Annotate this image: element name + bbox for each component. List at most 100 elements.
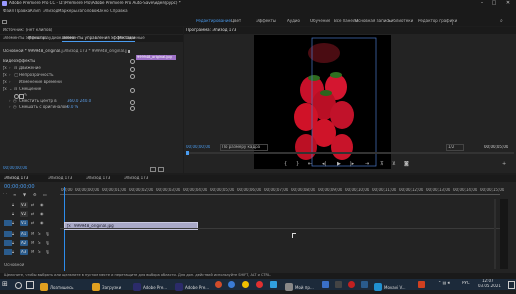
wrench-icon[interactable]: ⚙	[33, 193, 37, 198]
lift-icon[interactable]: ⊼	[380, 161, 384, 167]
workspace-effects[interactable]: Эффекты	[256, 19, 276, 24]
mute-icon[interactable]: M	[31, 250, 34, 255]
notifications-icon[interactable]	[508, 281, 515, 289]
workspace-audio[interactable]: Аудио	[287, 19, 300, 24]
source-patch[interactable]	[4, 220, 12, 226]
marker-icon[interactable]: ▼	[23, 193, 26, 198]
fx-badge-icon[interactable]: ƒx	[3, 66, 7, 71]
minimize-button[interactable]: –	[478, 0, 486, 6]
taskbar-item-4[interactable]: Adobe Pre...	[175, 280, 209, 294]
reset-icon[interactable]	[130, 106, 135, 111]
mark-out-icon[interactable]: }	[296, 161, 299, 167]
eye-icon[interactable]: ◉	[40, 203, 44, 208]
mic-icon[interactable]: 🎙︎	[45, 241, 50, 246]
solo-icon[interactable]: S	[38, 241, 41, 246]
workspace-color[interactable]: Цвет	[231, 19, 241, 24]
go-to-out-icon[interactable]: ⇥	[365, 161, 369, 167]
zoom-select[interactable]: По размеру кадра	[220, 144, 268, 151]
param-value[interactable]: 360.0 240.0	[67, 99, 91, 104]
go-to-in-icon[interactable]: ⇤	[308, 161, 312, 167]
sync-icon[interactable]: ⇄	[31, 203, 34, 208]
mic-icon[interactable]: 🎙︎	[45, 232, 50, 237]
param-value[interactable]: 0.0 %	[67, 105, 78, 110]
search-icon[interactable]	[15, 282, 22, 289]
lock-icon[interactable]: 🔒︎	[12, 250, 14, 255]
quality-select[interactable]: 1/2	[446, 144, 464, 151]
timeline-timecode[interactable]: 00;00;00;00	[4, 184, 35, 190]
menu-sequence[interactable]: Эпизод	[43, 9, 58, 14]
expand-arrow-icon[interactable]: ›	[9, 66, 11, 71]
timeline-tab-3[interactable]: Эпизод 173	[86, 176, 110, 181]
sync-icon[interactable]: ⇄	[31, 221, 34, 226]
app-icon[interactable]	[270, 281, 277, 288]
mark-in-icon[interactable]: {	[284, 161, 287, 167]
menu-markers[interactable]: Маркеры	[58, 9, 77, 14]
snap-icon[interactable]: ⌒	[3, 193, 7, 198]
browser-icon[interactable]	[215, 281, 222, 288]
filter-icon[interactable]	[150, 167, 156, 172]
mic-icon[interactable]: 🎙︎	[45, 250, 50, 255]
extract-icon[interactable]: ⊻	[392, 161, 396, 167]
lock-icon[interactable]: 🔒︎	[12, 203, 14, 208]
expand-arrow-icon[interactable]: ›	[9, 80, 11, 85]
tab-metadata[interactable]: Метаданные	[118, 36, 145, 41]
play-icon[interactable]: ▶	[337, 161, 341, 167]
app-icon[interactable]	[228, 281, 235, 288]
taskbar-item-2[interactable]: Загрузки	[92, 280, 121, 294]
reset-icon[interactable]	[130, 74, 135, 79]
program-scrubber[interactable]	[186, 151, 514, 155]
app-icon[interactable]	[256, 281, 263, 288]
timeline-tab-4[interactable]: Эпизод 173	[124, 176, 148, 181]
tab-source[interactable]: Источник: (нет клипов)	[3, 28, 52, 33]
timeline-tab-2[interactable]: Эпизод 173	[48, 176, 72, 181]
eye-icon[interactable]: ◉	[40, 221, 44, 226]
app-icon[interactable]	[361, 281, 368, 288]
lock-icon[interactable]: 🔒︎	[12, 232, 14, 237]
tray-icons[interactable]: ⌃ ▤ 🔊︎	[438, 281, 450, 286]
expand-arrow-icon[interactable]: ›	[9, 73, 11, 78]
workspace-editing[interactable]: Редактирование	[196, 19, 231, 24]
vertical-scrollbar[interactable]	[494, 199, 496, 269]
home-icon[interactable]	[2, 20, 7, 24]
app-icon[interactable]	[322, 281, 329, 288]
up-icon[interactable]	[130, 59, 135, 64]
mute-icon[interactable]: M	[31, 232, 34, 237]
clock-date[interactable]: 03.05.2021	[478, 284, 501, 289]
taskbar-item-6[interactable]: Movavi V...	[374, 280, 406, 294]
start-menu-icon[interactable]: ⊞	[2, 280, 8, 288]
expand-arrow-icon[interactable]: ›	[9, 105, 11, 110]
expand-arrow-icon[interactable]: ›	[9, 99, 11, 104]
step-back-icon[interactable]: ◂|	[322, 161, 326, 167]
fx-badge-icon[interactable]: ƒx	[3, 87, 7, 92]
app-icon[interactable]	[348, 281, 355, 288]
workspace-learning[interactable]: Обучение	[310, 19, 330, 24]
solo-icon[interactable]: S	[38, 232, 41, 237]
app-icon[interactable]	[418, 281, 425, 288]
task-view-icon[interactable]	[26, 281, 34, 289]
lock-icon[interactable]: 🔒︎	[12, 221, 14, 226]
menu-file[interactable]: Файл	[3, 9, 14, 14]
add-button[interactable]: +	[502, 161, 506, 167]
menu-edit[interactable]: Правка	[15, 9, 30, 14]
param-row-blend[interactable]: › ◷ Смешать с оригиналом 0.0 %	[0, 105, 183, 111]
app-icon[interactable]	[335, 281, 342, 288]
video-frame[interactable]	[254, 35, 391, 169]
collapse-arrow-icon[interactable]: ⌄	[9, 87, 12, 92]
effect-row-opacity[interactable]: ƒx › ◯ Непрозрачность	[0, 73, 183, 79]
menu-window[interactable]: Окно	[98, 9, 109, 14]
stopwatch-icon[interactable]: ◷	[13, 105, 17, 110]
lock-icon[interactable]: 🔒︎	[12, 212, 14, 217]
solo-icon[interactable]: S	[38, 250, 41, 255]
time-ruler[interactable]: 00;00 00;00;00;00 00;00;01;00 00;00;02;0…	[60, 188, 504, 196]
timeline-tab-1[interactable]: Эпизод 173	[4, 176, 28, 181]
menu-clip[interactable]: Клип	[30, 9, 41, 14]
pen-icon[interactable]: ✎	[24, 93, 27, 98]
clip-breadcrumb[interactable]: Основной * 999948_original.jpg	[3, 49, 63, 54]
search-icon[interactable]: ⌕	[500, 18, 503, 24]
link-icon[interactable]: ∞	[13, 193, 16, 198]
effect-timecode[interactable]: 00;00;00;00	[3, 166, 27, 171]
language-indicator[interactable]: РУС	[462, 281, 470, 286]
menu-title[interactable]: Заголовок	[77, 9, 99, 14]
taskbar-item-5[interactable]: Мой пр...	[285, 280, 314, 294]
workspace-libraries[interactable]: Библиотеки	[388, 19, 413, 24]
